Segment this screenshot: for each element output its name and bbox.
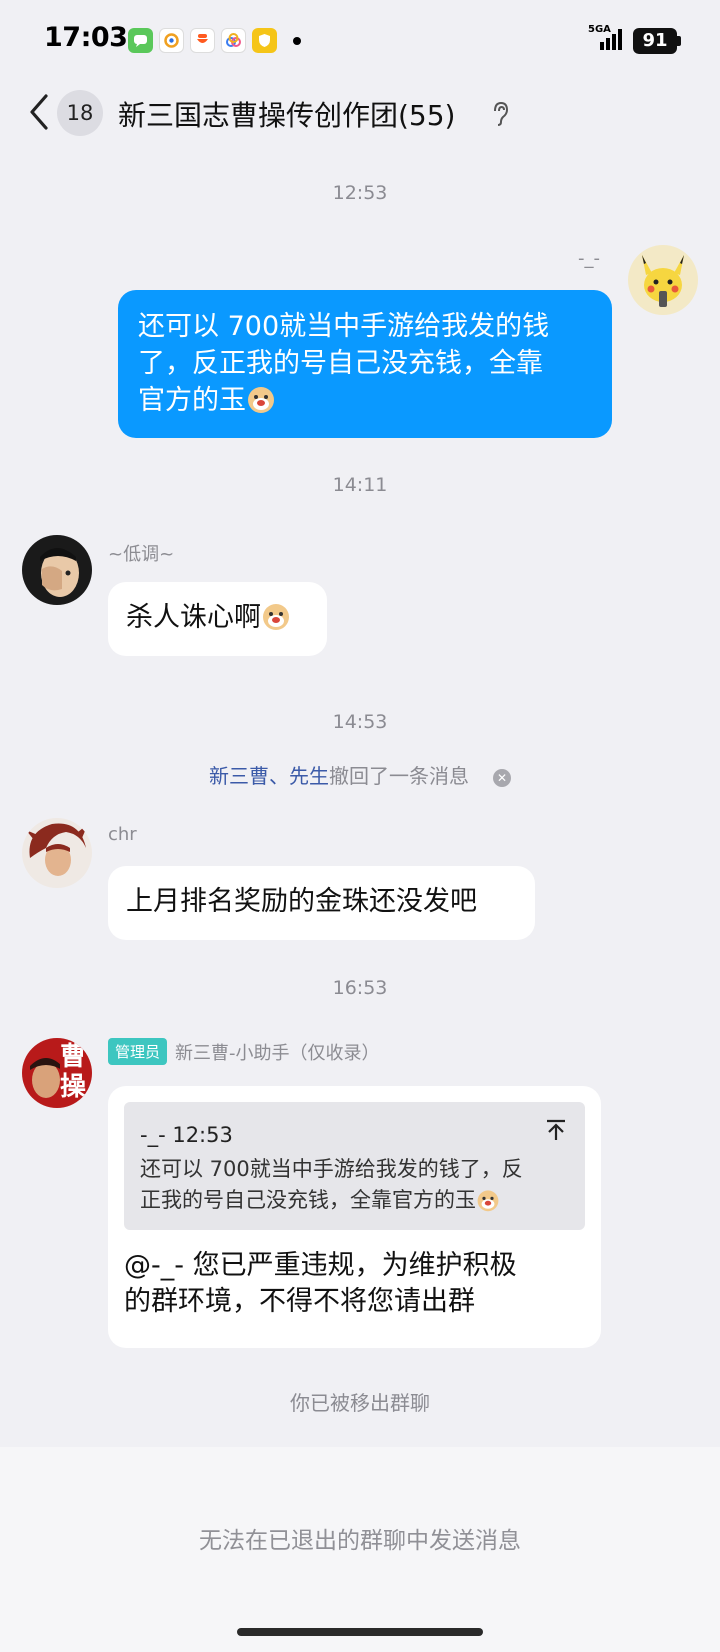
message-text-line: 了，反正我的号自己没充钱，全靠 — [138, 348, 543, 379]
home-indicator[interactable] — [237, 1628, 483, 1636]
status-time: 17:03 — [44, 22, 128, 53]
sender-name: -_- — [578, 248, 600, 269]
timestamp: 14:11 — [332, 474, 388, 496]
battery-cap — [677, 36, 681, 46]
admin-badge: 管理员 — [108, 1038, 168, 1065]
recall-names-link[interactable]: 新三曹、先生 — [209, 764, 329, 788]
cloud-app-icon — [221, 28, 246, 53]
ear-icon[interactable] — [490, 100, 512, 128]
message-text-line: 官方的玉 — [138, 385, 246, 416]
food-app-icon — [190, 28, 215, 53]
shield-app-icon — [252, 28, 277, 53]
message-bubble[interactable]: 还可以 700就当中手游给我发的钱 了，反正我的号自己没充钱，全靠 官方的玉 — [118, 290, 612, 438]
quote-text-line: 正我的号自己没充钱，全靠官方的玉 — [140, 1188, 476, 1212]
pikachu-avatar-icon — [628, 245, 698, 315]
message-bubble[interactable]: -_- 12:53 还可以 700就当中手游给我发的钱了，反 正我的号自己没充钱… — [108, 1086, 601, 1348]
dog-emoji-icon — [248, 387, 274, 413]
back-button[interactable] — [24, 90, 54, 134]
avatar[interactable] — [22, 818, 92, 888]
chat-title[interactable]: 新三国志曹操传创作团(55) — [118, 94, 455, 134]
more-notifications-dot — [293, 36, 301, 45]
avatar-text: 曹操 — [59, 1042, 86, 1102]
messages-app-icon — [128, 28, 153, 53]
recall-notice: 新三曹、先生撤回了一条消息 ✕ — [0, 760, 720, 789]
cannot-send-notice: 无法在已退出的群聊中发送消息 — [199, 1528, 521, 1554]
message-text-line: 的群环境，不得不将您请出群 — [124, 1286, 475, 1317]
chevron-left-icon — [30, 94, 48, 130]
sender-name: ~低调~ — [108, 544, 175, 565]
timestamp: 14:53 — [332, 711, 388, 733]
dog-emoji-icon — [477, 1190, 499, 1212]
unread-count-badge[interactable]: 18 — [57, 90, 103, 136]
quote-text-line: 还可以 700就当中手游给我发的钱了，反 — [140, 1157, 523, 1181]
close-icon[interactable]: ✕ — [493, 769, 511, 787]
jump-to-message-icon[interactable] — [545, 1118, 567, 1142]
message-text: @-_- 您已严重违规，为维护积极 的群环境，不得不将您请出群 — [124, 1248, 585, 1320]
battery-level: 91 — [633, 28, 677, 54]
person-avatar-icon — [22, 535, 92, 605]
warrior-avatar-icon — [22, 818, 92, 888]
avatar[interactable] — [22, 535, 92, 605]
message-text-line: 还可以 700就当中手游给我发的钱 — [138, 311, 550, 342]
sender-row: 管理员 新三曹-小助手（仅收录） — [108, 1038, 380, 1065]
quote-header: -_- 12:53 — [140, 1123, 233, 1147]
avatar[interactable]: 曹操 — [22, 1038, 92, 1108]
message-text: 上月排名奖励的金珠还没发吧 — [126, 886, 477, 917]
removed-notice: 你已被移出群聊 — [290, 1391, 430, 1415]
sender-name: chr — [108, 824, 137, 845]
timestamp: 16:53 — [332, 977, 388, 999]
quoted-message[interactable]: -_- 12:53 还可以 700就当中手游给我发的钱了，反 正我的号自己没充钱… — [124, 1102, 585, 1230]
message-bubble[interactable]: 杀人诛心啊 — [108, 582, 327, 656]
message-text-line: @-_- 您已严重违规，为维护积极 — [124, 1250, 517, 1281]
timestamp: 12:53 — [332, 182, 388, 204]
sender-name: 新三曹-小助手（仅收录） — [175, 1042, 380, 1064]
notification-icons — [128, 28, 301, 53]
avatar[interactable] — [628, 245, 698, 315]
message-text: 杀人诛心啊 — [126, 602, 261, 633]
recall-text: 撤回了一条消息 — [329, 764, 469, 788]
dog-emoji-icon — [263, 604, 289, 630]
message-bubble[interactable]: 上月排名奖励的金珠还没发吧 — [108, 866, 535, 940]
mail-app-icon — [159, 28, 184, 53]
signal-icon: 5GA — [588, 24, 624, 52]
